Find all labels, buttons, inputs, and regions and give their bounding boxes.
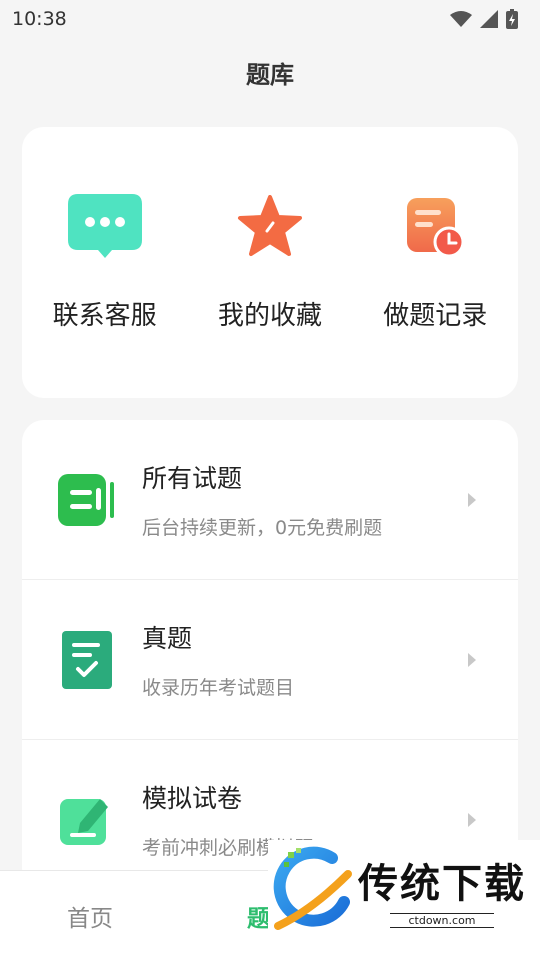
list-item-all-questions[interactable]: 所有试题 后台持续更新，0元免费刷题 (22, 420, 518, 580)
list-item-title: 所有试题 (142, 464, 243, 493)
list-item-subtitle: 后台持续更新，0元免费刷题 (142, 517, 383, 539)
list-item-real-exams[interactable]: 真题 收录历年考试题目 (22, 580, 518, 740)
chevron-right-icon (468, 812, 476, 827)
question-bank-icon (58, 473, 114, 526)
watermark-overlay: 传统下载 ctdown.com (268, 840, 540, 938)
status-time: 10:38 (12, 8, 67, 30)
my-favorites-button[interactable]: 我的收藏 (195, 193, 345, 332)
signal-icon (480, 10, 498, 28)
status-icons (450, 9, 518, 29)
watermark-brand: 传统下载 (358, 860, 526, 907)
wifi-icon (450, 11, 472, 27)
edit-paper-icon (60, 798, 108, 845)
contact-service-label: 联系客服 (52, 301, 157, 331)
practice-record-button[interactable]: 做题记录 (360, 193, 510, 332)
history-record-icon (407, 198, 465, 258)
battery-icon (506, 9, 518, 29)
title-bar: 题库 (0, 44, 540, 100)
status-bar: 10:38 (0, 0, 540, 38)
watermark-logo-icon (273, 846, 352, 930)
list-item-subtitle: 收录历年考试题目 (142, 677, 295, 699)
watermark-url: ctdown.com (390, 912, 494, 928)
list-item-title: 真题 (142, 624, 193, 653)
chevron-right-icon (468, 652, 476, 667)
practice-record-label: 做题记录 (383, 301, 488, 331)
tab-home[interactable]: 首页 (0, 899, 180, 933)
question-list-card: 所有试题 后台持续更新，0元免费刷题 真题 收录历年考试题目 模拟试卷 考前冲刺… (22, 420, 518, 890)
contact-service-button[interactable]: 联系客服 (30, 193, 180, 332)
chevron-right-icon (468, 492, 476, 507)
quick-actions-card: 联系客服 我的收藏 做题记录 (22, 127, 518, 398)
star-icon (237, 195, 302, 256)
chat-bubble-icon (67, 194, 142, 258)
checklist-icon (62, 630, 112, 689)
page-title: 题库 (246, 60, 294, 89)
my-favorites-label: 我的收藏 (217, 301, 322, 331)
list-item-title: 模拟试卷 (142, 784, 243, 813)
